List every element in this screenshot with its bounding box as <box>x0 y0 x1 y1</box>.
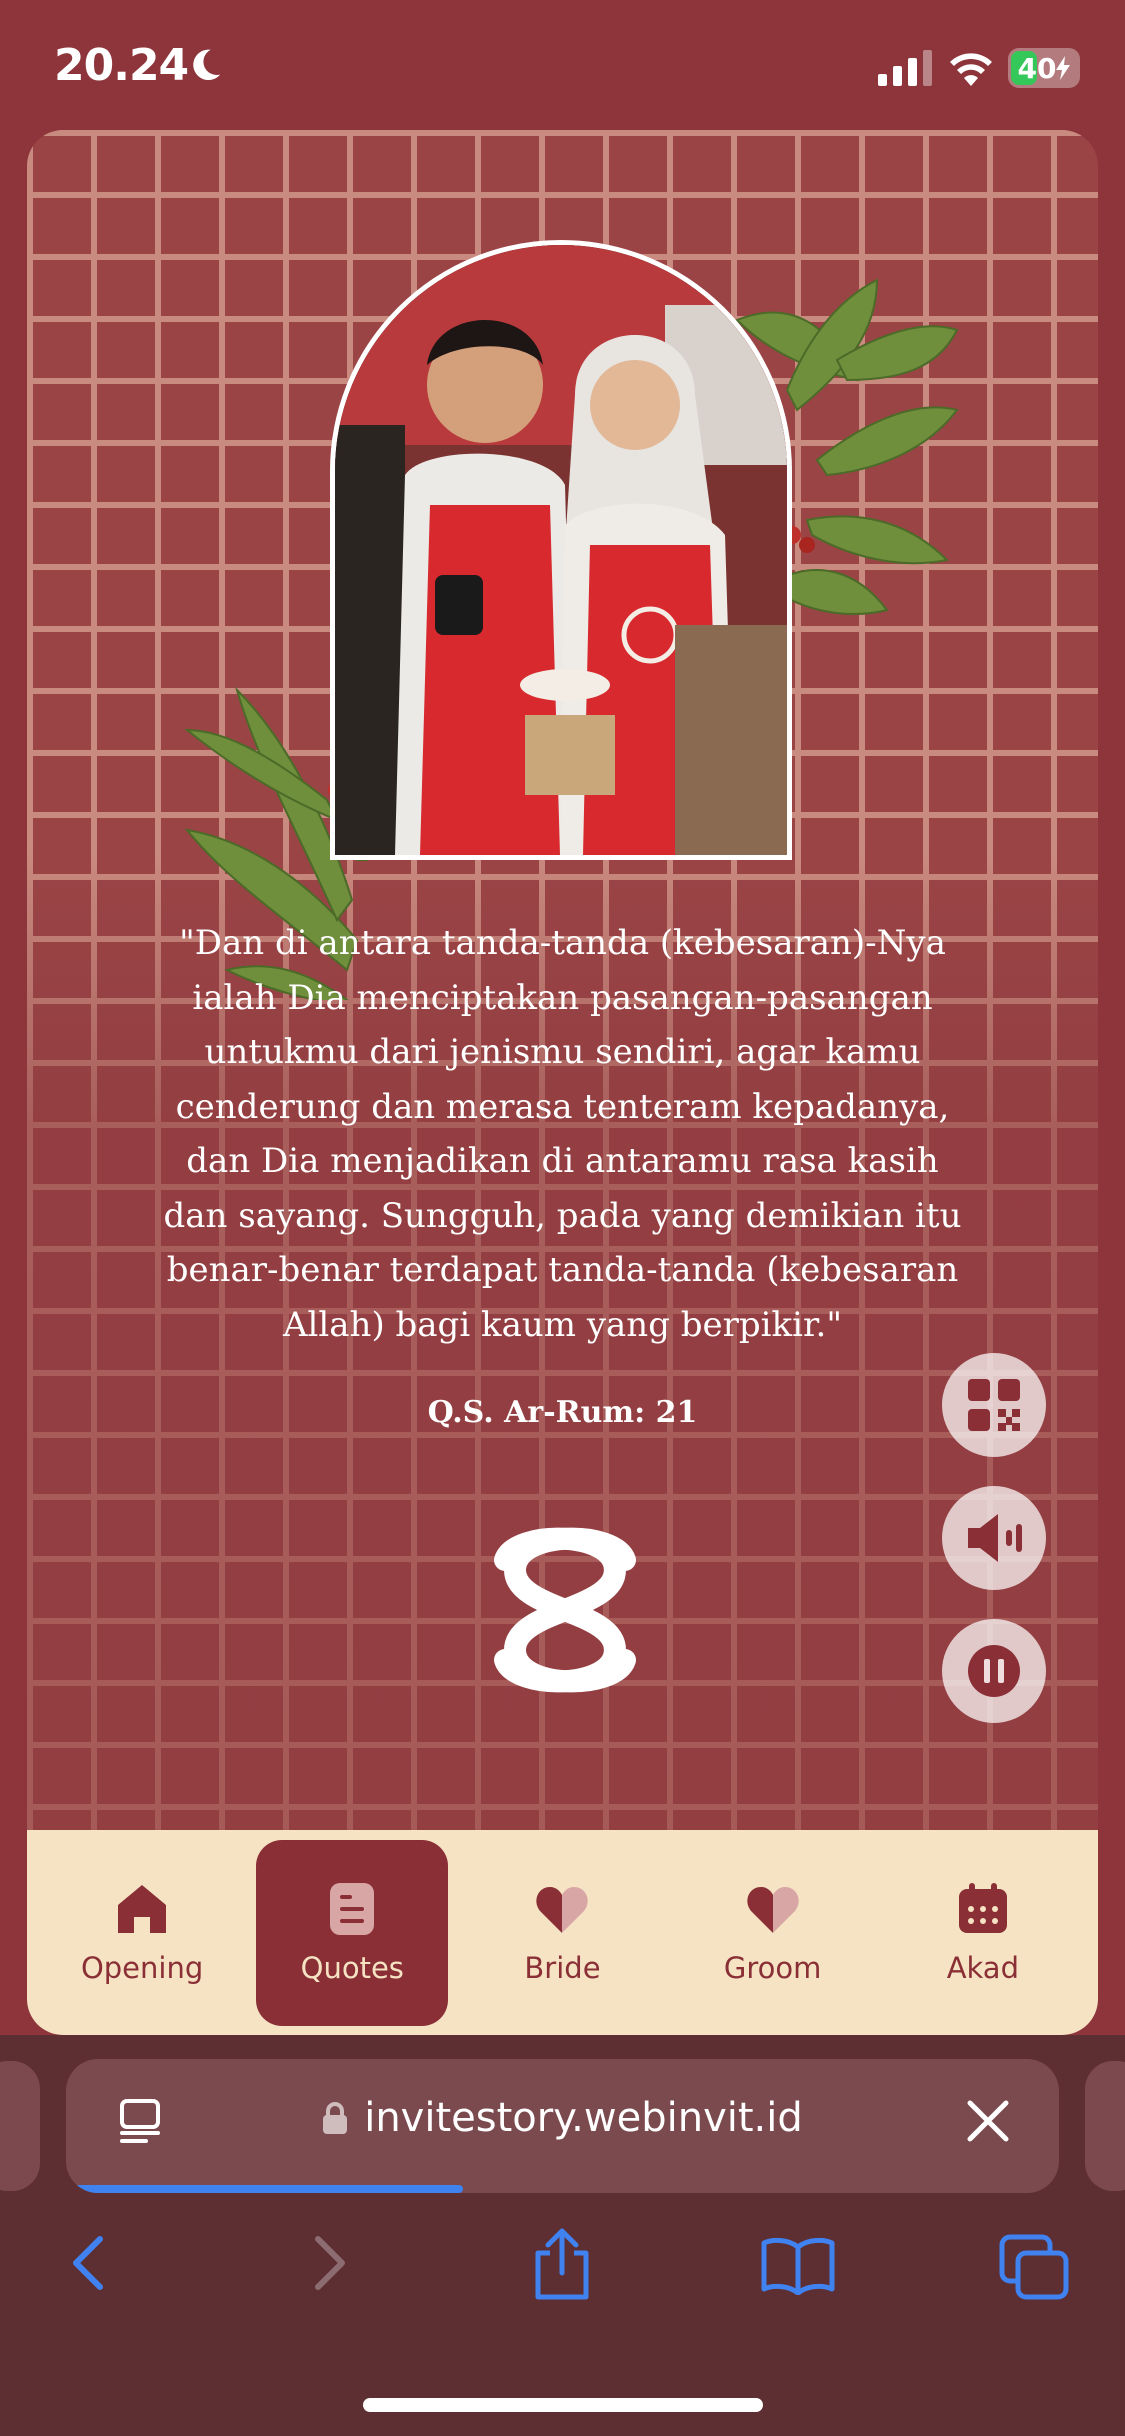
home-icon <box>118 1884 167 1933</box>
nav-label-opening: Opening <box>80 1950 204 1985</box>
nav-opening[interactable]: Opening <box>46 1840 238 2026</box>
bookmarks-icon[interactable] <box>760 2235 836 2295</box>
next-tab-peek[interactable] <box>1085 2061 1125 2191</box>
heart-icon <box>747 1886 799 1933</box>
nav-label-bride: Bride <box>524 1950 601 1985</box>
address-bar[interactable]: invitestory.webinvit.id <box>66 2059 1059 2193</box>
qr-code-icon <box>968 1379 1020 1431</box>
nav-label-akad: Akad <box>946 1950 1019 1985</box>
forward-arrow-icon[interactable] <box>310 2233 350 2293</box>
calendar-icon <box>958 1882 1007 1933</box>
charging-bolt-icon <box>1056 56 1071 80</box>
url-text: invitestory.webinvit.id <box>364 2095 803 2141</box>
battery-indicator: 40 <box>1008 48 1080 88</box>
qr-code-button[interactable] <box>942 1353 1046 1457</box>
nav-quotes[interactable]: Quotes <box>256 1839 449 2026</box>
browser-chrome: invitestory.webinvit.id <box>0 2035 1125 2436</box>
sound-button[interactable] <box>942 1486 1046 1590</box>
nav-akad[interactable]: Akad <box>887 1840 1079 2026</box>
previous-tab-peek[interactable] <box>0 2061 40 2191</box>
home-indicator[interactable] <box>363 2398 763 2412</box>
monogram-logo <box>494 1527 636 1693</box>
pause-button[interactable] <box>942 1619 1046 1723</box>
page-load-progress <box>66 2185 464 2193</box>
battery-level: 40 <box>1017 51 1057 85</box>
tabs-icon[interactable] <box>998 2233 1070 2301</box>
lock-icon <box>323 2102 348 2134</box>
nav-label-groom: Groom <box>723 1950 822 1985</box>
quote-text: "Dan di antara tanda-tanda (kebesaran)-N… <box>163 923 962 1345</box>
quote-icon <box>330 1882 375 1935</box>
close-icon[interactable] <box>966 2099 1010 2143</box>
bottom-navigation: Opening Quotes Bride Groom Akad <box>27 1830 1098 2035</box>
couple-photo-illustration <box>335 245 787 855</box>
wifi-icon <box>950 53 992 86</box>
nav-groom[interactable]: Groom <box>677 1840 869 2026</box>
pause-icon <box>968 1645 1020 1697</box>
status-bar: 20.24 40 <box>0 0 1125 130</box>
status-time: 20.24 <box>54 40 189 91</box>
back-arrow-icon[interactable] <box>68 2233 108 2293</box>
signal-icon <box>878 50 932 86</box>
nav-label-quotes: Quotes <box>300 1950 404 1985</box>
quote-reference: Q.S. Ar-Rum: 21 <box>427 1395 698 1430</box>
couple-photo <box>330 240 792 860</box>
moon-icon <box>193 49 221 81</box>
heart-icon <box>536 1886 589 1933</box>
nav-bride[interactable]: Bride <box>466 1840 658 2026</box>
share-icon[interactable] <box>530 2227 594 2301</box>
speaker-icon <box>968 1514 1022 1562</box>
invitation-card: "Dan di antara tanda-tanda (kebesaran)-N… <box>27 130 1098 2035</box>
